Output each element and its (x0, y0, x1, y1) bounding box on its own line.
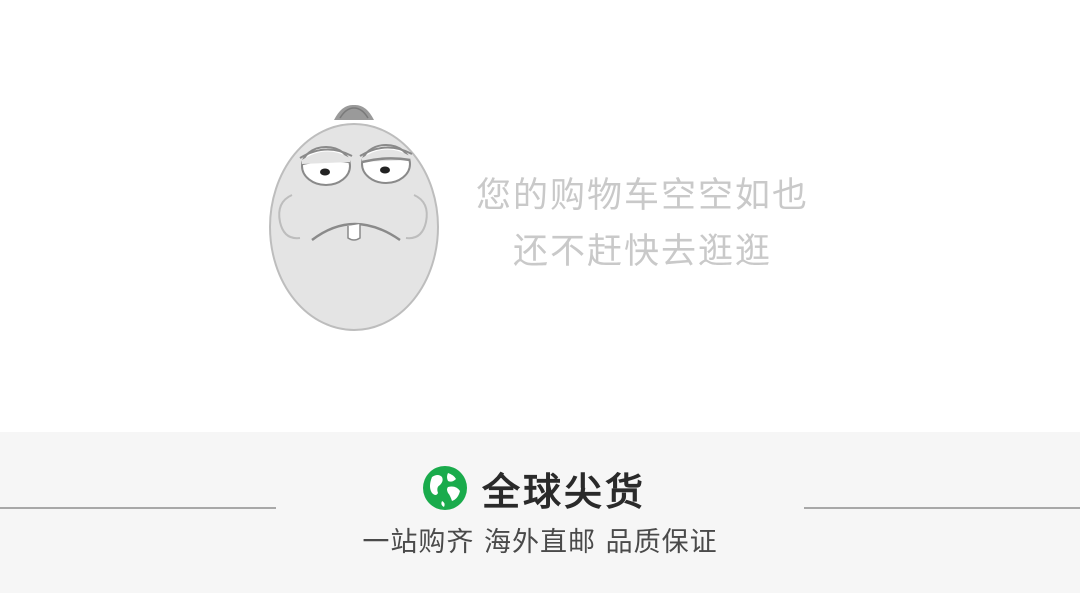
brand-slogan: 一站购齐 海外直邮 品质保证 (362, 527, 718, 558)
sad-egg-face-icon (269, 104, 439, 331)
empty-cart-message: 您的购物车空空如也 还不赶快去逛逛 (470, 168, 815, 280)
empty-cart-area: 您的购物车空空如也 还不赶快去逛逛 (0, 0, 1080, 432)
page: 您的购物车空空如也 还不赶快去逛逛 全球尖货 一站购齐 海外直邮 品质保证 (0, 0, 1080, 593)
footer-banner: 全球尖货 一站购齐 海外直邮 品质保证 (0, 432, 1080, 593)
brand: 全球尖货 (422, 462, 646, 514)
left-divider (0, 507, 276, 509)
green-globe-icon (423, 466, 467, 510)
brand-title: 全球尖货 (482, 469, 647, 514)
empty-cart-line2: 还不赶快去逛逛 (512, 232, 772, 272)
right-divider (804, 507, 1080, 509)
empty-cart-line1: 您的购物车空空如也 (475, 176, 809, 216)
